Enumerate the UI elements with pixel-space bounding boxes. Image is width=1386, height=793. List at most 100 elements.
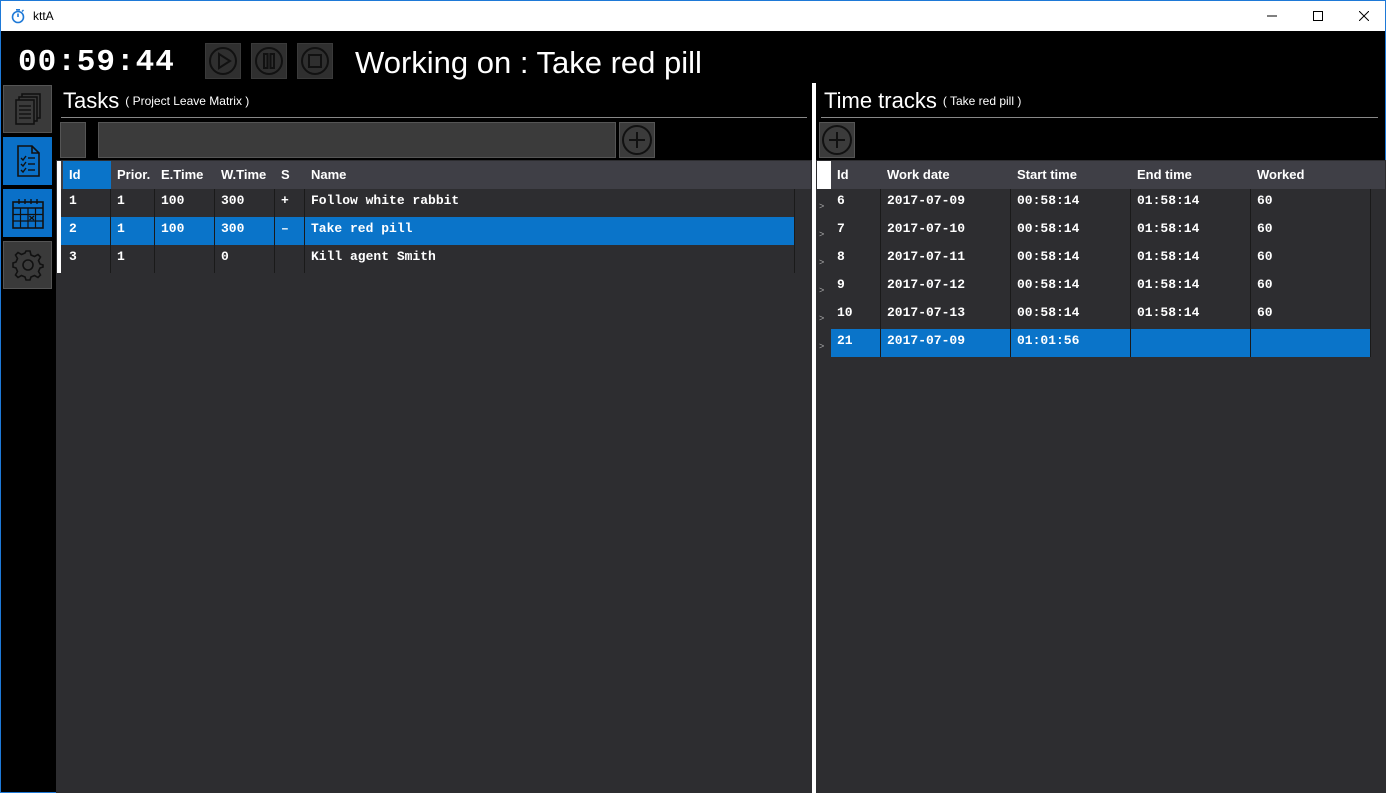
cell-name: Follow white rabbit [305,189,795,217]
col-worked-time[interactable]: W.Time [215,161,275,189]
track-row[interactable]: >7 2017-07-10 00:58:14 01:58:14 60 [817,217,1371,245]
app-body: 00:59:44 Working on : Take red pill Task… [0,31,1386,793]
cell-end-time: 01:58:14 [1131,189,1251,217]
row-header-corner [817,161,831,189]
col-work-date[interactable]: Work date [881,161,1011,189]
cell-status [275,245,305,273]
cell-worked: 60 [1251,245,1371,273]
row-header-marker[interactable]: > [819,217,829,245]
tracks-grid-header: Id Work date Start time End time Worked [817,161,1385,189]
play-button[interactable] [205,43,241,79]
tasks-title: Tasks [63,88,120,113]
cell-track-id: 7 [831,217,881,245]
nav-calendar[interactable] [3,189,52,237]
stop-button[interactable] [297,43,333,79]
tasks-filter-toggle[interactable] [60,122,86,158]
track-row[interactable]: >8 2017-07-11 00:58:14 01:58:14 60 [817,245,1371,273]
cell-priority: 1 [111,189,155,217]
maximize-button[interactable] [1295,1,1341,31]
row-header-marker[interactable]: > [819,273,829,301]
cell-start-time: 00:58:14 [1011,301,1131,329]
col-start-time[interactable]: Start time [1011,161,1131,189]
plus-circle-icon [822,125,852,155]
cell-worked: 60 [1251,273,1371,301]
close-icon [1359,11,1369,21]
nav-tasks[interactable] [3,137,52,185]
panel-splitter[interactable] [812,83,816,793]
col-id[interactable]: Id [63,161,111,189]
projects-icon [14,93,41,125]
cell-work-date: 2017-07-09 [881,329,1011,357]
tracks-divider [821,117,1378,118]
stopwatch-icon [11,8,25,24]
cell-priority: 1 [111,217,155,245]
cell-start-time: 00:58:14 [1011,245,1131,273]
cell-worked-time: 300 [215,217,275,245]
cell-status: + [275,189,305,217]
cell-id: 3 [63,245,111,273]
cell-end-time: 01:58:14 [1131,301,1251,329]
cell-id: 1 [63,189,111,217]
cell-end-time: 01:58:14 [1131,273,1251,301]
minimize-icon [1267,15,1277,17]
cell-name: Kill agent Smith [305,245,795,273]
add-task-button[interactable] [619,122,655,158]
add-track-button[interactable] [819,122,855,158]
tasks-grid-header: Id Prior. E.Time W.Time S Name [57,161,811,189]
task-row[interactable]: 1 1 100 300 + Follow white rabbit [57,189,795,217]
task-row[interactable]: 2 1 100 300– Take red pill [57,217,795,245]
play-icon [209,47,237,75]
col-estimated-time[interactable]: E.Time [155,161,215,189]
nav-projects[interactable] [3,85,52,133]
nav-settings[interactable] [3,241,52,289]
row-header[interactable] [57,245,61,273]
window-titlebar: kttA [0,0,1386,31]
cell-work-date: 2017-07-11 [881,245,1011,273]
working-on-label: Working on : Take red pill [355,45,702,80]
cell-track-id: 9 [831,273,881,301]
cell-start-time: 00:58:14 [1011,273,1131,301]
cell-status: – [275,217,305,245]
tasks-icon [16,145,40,177]
col-worked[interactable]: Worked [1251,161,1371,189]
calendar-icon [11,199,44,229]
tracks-grid: Id Work date Start time End time Worked … [817,161,1385,461]
settings-icon [11,250,44,281]
col-end-time[interactable]: End time [1131,161,1251,189]
cell-estimated-time [155,245,215,273]
track-row[interactable]: >6 2017-07-09 00:58:14 01:58:14 60 [817,189,1371,217]
track-row[interactable]: >21 2017-07-09 01:01:56 [817,329,1371,357]
tracks-subtitle: ( Take red pill ) [942,94,1022,108]
row-header-marker[interactable]: > [819,189,829,217]
cell-track-id: 6 [831,189,881,217]
col-priority[interactable]: Prior. [111,161,155,189]
minimize-button[interactable] [1249,1,1295,31]
row-header-marker[interactable]: > [819,301,829,329]
maximize-icon [1313,11,1323,21]
col-track-id[interactable]: Id [831,161,881,189]
cell-track-id: 10 [831,301,881,329]
cell-worked: 60 [1251,217,1371,245]
task-row[interactable]: 3 1 0 Kill agent Smith [57,245,795,273]
cell-track-id: 8 [831,245,881,273]
elapsed-timer: 00:59:44 [18,45,175,80]
close-button[interactable] [1341,1,1386,31]
col-name[interactable]: Name [305,161,795,189]
tracks-heading: Time tracks ( Take red pill ) [824,88,1021,114]
tasks-heading: Tasks ( Project Leave Matrix ) [63,88,249,114]
row-header[interactable] [57,189,61,217]
track-row[interactable]: >10 2017-07-13 00:58:14 01:58:14 60 [817,301,1371,329]
row-header-marker[interactable]: > [819,245,829,273]
tasks-filter-input[interactable] [98,122,616,158]
cell-name: Take red pill [305,217,795,245]
row-header[interactable] [57,217,61,245]
stop-icon [301,47,329,75]
col-status[interactable]: S [275,161,305,189]
pause-icon [255,47,283,75]
tasks-divider [61,117,807,118]
row-header-marker[interactable]: > [819,329,829,357]
cell-start-time: 01:01:56 [1011,329,1131,357]
cell-end-time: 01:58:14 [1131,217,1251,245]
pause-button[interactable] [251,43,287,79]
track-row[interactable]: >9 2017-07-12 00:58:14 01:58:14 60 [817,273,1371,301]
